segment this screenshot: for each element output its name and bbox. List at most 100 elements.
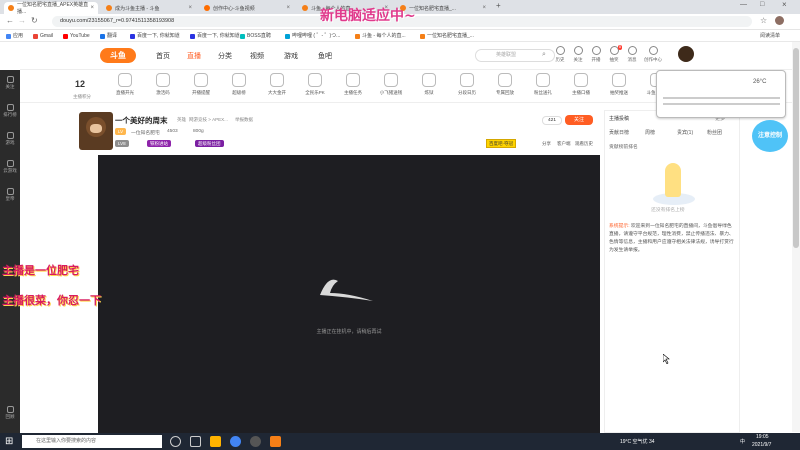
toolbar-item-label: 开播提醒 bbox=[192, 90, 210, 95]
file-explorer-icon[interactable] bbox=[210, 436, 221, 447]
follow-button[interactable]: 关注 bbox=[565, 115, 593, 125]
browser-tab[interactable]: 一位知名肥宅直播_APEX英雄直播... × bbox=[4, 2, 98, 15]
close-window-icon[interactable]: × bbox=[782, 0, 787, 9]
category-link[interactable]: 网游竞技 > APEX... bbox=[189, 117, 228, 123]
history-button[interactable]: 观看历史 bbox=[575, 141, 593, 147]
history-icon bbox=[555, 46, 565, 55]
tab-favicon-icon bbox=[204, 5, 210, 11]
sidebar-item-follow[interactable]: 关注 bbox=[0, 76, 20, 90]
douyu-logo[interactable]: 斗鱼 bbox=[100, 48, 136, 63]
close-icon[interactable]: × bbox=[90, 5, 94, 11]
bookmark-boss[interactable]: BOSS直聘 bbox=[240, 32, 271, 40]
toolbar-item[interactable]: 小飞猪送钱 bbox=[376, 73, 406, 96]
close-icon[interactable]: × bbox=[482, 5, 486, 11]
sidebar-item-review[interactable]: 回顾 bbox=[0, 406, 20, 420]
header-history[interactable]: 历史 bbox=[552, 46, 568, 63]
new-tab-icon[interactable]: + bbox=[496, 1, 501, 10]
close-icon[interactable]: × bbox=[286, 5, 290, 11]
tab-vip[interactable]: 贵宾(1) bbox=[677, 129, 693, 136]
douyu-app-icon[interactable] bbox=[270, 436, 281, 447]
nav-category[interactable]: 分类 bbox=[218, 51, 232, 61]
bookmark-apps[interactable]: 应用 bbox=[6, 32, 23, 40]
toolbar-item[interactable]: 分段日历 bbox=[452, 73, 482, 96]
star-icon[interactable]: ☆ bbox=[760, 16, 767, 25]
bookmark-bilibili[interactable]: 哔哩哔哩 ( ゜- ゜)つ... bbox=[285, 32, 340, 40]
chrome-icon[interactable] bbox=[230, 436, 241, 447]
nav-game[interactable]: 游戏 bbox=[284, 51, 298, 61]
header-message[interactable]: 消息 bbox=[624, 46, 640, 63]
tag-iron-fans[interactable]: 铁粉进站 bbox=[147, 140, 171, 147]
video-player[interactable]: 主播正在挂机中，请稍后再试 bbox=[98, 155, 600, 433]
tab-fan-club[interactable]: 粉丝团 bbox=[707, 129, 722, 136]
toolbar-item[interactable]: 开播提醒 bbox=[186, 73, 216, 96]
toolbar-item-label: 粉丝送礼 bbox=[534, 90, 552, 95]
toolbar-item[interactable]: 粉丝送礼 bbox=[528, 73, 558, 96]
sidebar-item-game[interactable]: 游戏 bbox=[0, 132, 20, 146]
toolbar-item[interactable]: 主播任务 bbox=[338, 73, 368, 96]
toolbar-item[interactable]: 专属回放 bbox=[490, 73, 520, 96]
ime-indicator[interactable]: 中 bbox=[740, 438, 745, 445]
bookmark-douyu[interactable]: 斗鱼 - 每个人的直... bbox=[355, 32, 406, 40]
streamer-info: 一个美好的周末 英雄 网游竞技 > APEX... 举报数据 LV 一位知名肥宅… bbox=[75, 110, 600, 154]
bookmark-gmail[interactable]: Gmail bbox=[33, 32, 53, 40]
profile-avatar[interactable] bbox=[775, 16, 784, 25]
bookmark-baidu-2[interactable]: 百度一下, 你就知道 bbox=[190, 32, 240, 40]
back-icon[interactable]: ← bbox=[6, 16, 14, 25]
close-icon[interactable]: × bbox=[188, 5, 192, 11]
toolbar-item[interactable]: 超级榜 bbox=[224, 73, 254, 96]
toolbar-item-icon bbox=[574, 73, 588, 87]
tab-daily-rank[interactable]: 贡献日榜 bbox=[609, 129, 629, 136]
share-button[interactable]: 分享 bbox=[542, 141, 551, 147]
minimize-icon[interactable]: — bbox=[740, 1, 747, 8]
toolbar-item[interactable]: 炼狱 bbox=[414, 73, 444, 96]
page-scrollbar[interactable] bbox=[792, 42, 800, 432]
nav-home[interactable]: 首页 bbox=[156, 51, 170, 61]
client-button[interactable]: 客户端 bbox=[557, 141, 571, 147]
header-broadcast[interactable]: 开播 bbox=[588, 46, 604, 63]
tag-super-fans[interactable]: 超级粉丝团 bbox=[195, 140, 224, 147]
task-view-icon[interactable] bbox=[190, 436, 201, 447]
header-creator[interactable]: 创作中心 bbox=[642, 46, 664, 63]
sidebar-item-rank[interactable]: 排行榜 bbox=[0, 104, 20, 118]
bookmark-baidu[interactable]: 百度一下, 你就知道 bbox=[130, 32, 180, 40]
report-data-link[interactable]: 举报数据 bbox=[235, 117, 253, 123]
toolbar-item[interactable]: 全民乐PK bbox=[300, 73, 330, 96]
toolbar-item[interactable]: 激活码 bbox=[148, 73, 178, 96]
nav-live[interactable]: 直播 bbox=[187, 51, 201, 61]
bookmark-translate[interactable]: 翻译 bbox=[100, 32, 117, 40]
reading-list[interactable]: 阅读清单 bbox=[760, 32, 780, 40]
toolbar-item[interactable]: 直播开光 bbox=[110, 73, 140, 96]
empty-rank-text: 还没有排名上榜 bbox=[651, 208, 685, 213]
obs-icon[interactable] bbox=[250, 436, 261, 447]
weather-widget[interactable]: 19°C 空气优 34 bbox=[620, 438, 655, 445]
reload-icon[interactable]: ↻ bbox=[31, 16, 38, 25]
air-conditioner-sticker: 26°C bbox=[656, 70, 786, 118]
windows-start-icon[interactable]: ⊞ bbox=[5, 436, 13, 447]
bookmark-youtube[interactable]: YouTube bbox=[63, 32, 90, 40]
cortana-icon[interactable] bbox=[170, 436, 181, 447]
sidebar-item-cloud-game[interactable]: 云游戏 bbox=[0, 160, 20, 174]
follow-count: 421 bbox=[542, 116, 562, 125]
user-avatar[interactable] bbox=[678, 46, 694, 62]
bookmark-stream[interactable]: 一位知名肥宅直播_... bbox=[420, 32, 474, 40]
nav-fishbar[interactable]: 鱼吧 bbox=[318, 51, 332, 61]
header-follow[interactable]: 关注 bbox=[570, 46, 586, 63]
maximize-icon[interactable]: □ bbox=[760, 1, 764, 8]
sidebar-item-crown[interactable]: 皇帝 bbox=[0, 188, 20, 202]
baidu-icon bbox=[130, 33, 135, 39]
forward-icon[interactable]: → bbox=[18, 16, 26, 25]
toolbar-item[interactable]: 大大金开 bbox=[262, 73, 292, 96]
nav-video[interactable]: 视频 bbox=[250, 51, 264, 61]
tab-weekly-rank[interactable]: 周榜 bbox=[645, 129, 655, 136]
search-icon[interactable]: ⌕ bbox=[542, 51, 546, 59]
streamer-name[interactable]: 一位知名肥宅 bbox=[131, 129, 160, 136]
toolbar-item[interactable]: 主播口播 bbox=[566, 73, 596, 96]
translate-icon bbox=[100, 33, 105, 39]
report-link[interactable]: 英雄 bbox=[177, 117, 186, 123]
streamer-avatar[interactable] bbox=[79, 112, 113, 150]
taskbar-search[interactable]: 在这里输入你要搜索的内容 bbox=[22, 435, 162, 448]
scrollbar-thumb[interactable] bbox=[793, 48, 799, 248]
browser-tab[interactable]: 创作中心-斗鱼视频 × bbox=[200, 2, 294, 14]
browser-tab[interactable]: 成为斗鱼主播 - 斗鱼 × bbox=[102, 2, 196, 14]
toolbar-item[interactable]: 抽奖推送 bbox=[604, 73, 634, 96]
